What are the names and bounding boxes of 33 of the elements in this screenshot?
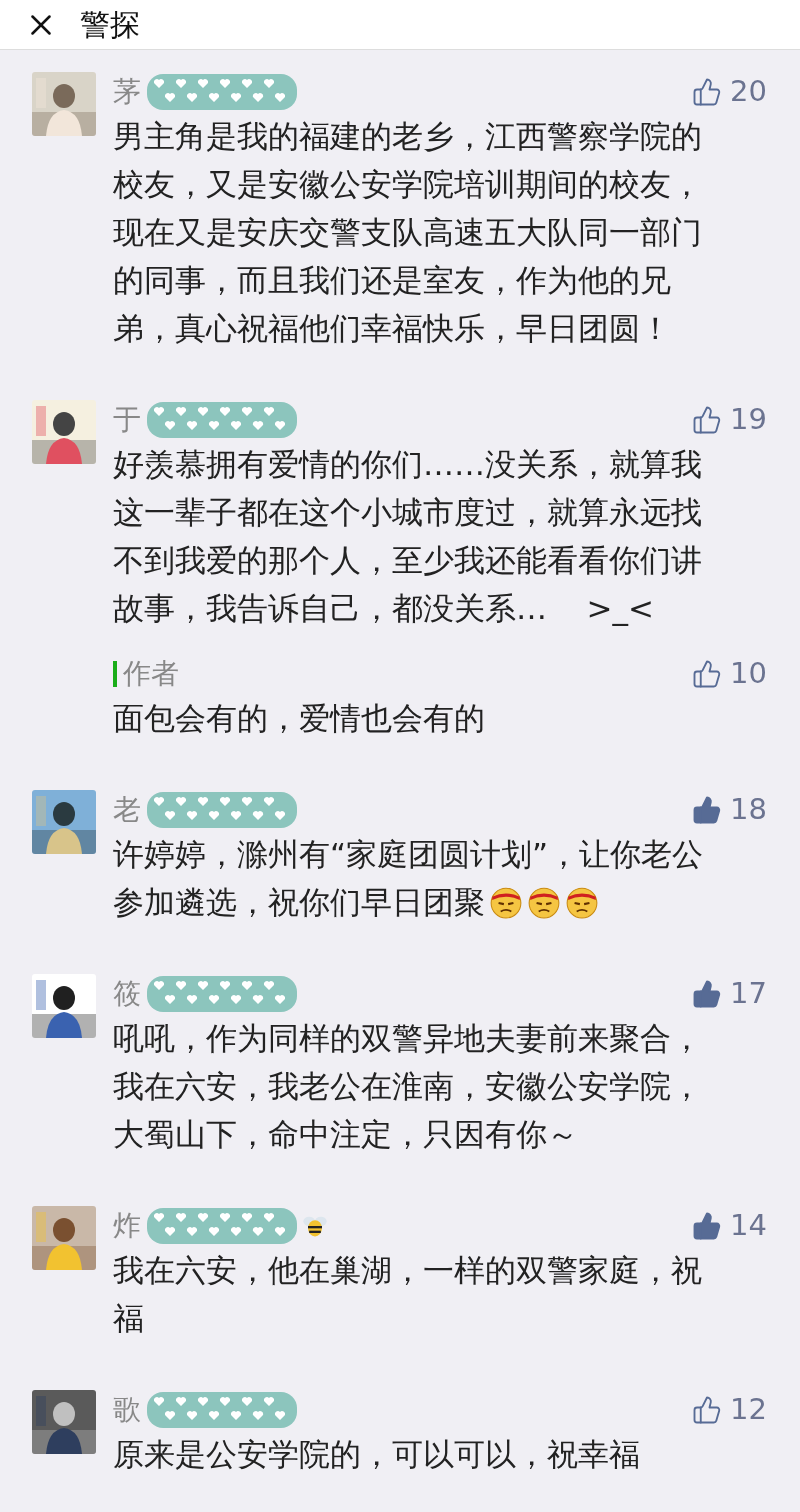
headband-face-icon [527,885,561,919]
window-title: 警探 [80,6,140,44]
like-count: 10 [730,655,768,693]
commenter-name: 于 [113,402,141,438]
thumbs-up-icon[interactable] [692,1211,722,1241]
thumbs-up-icon[interactable] [692,795,722,825]
author-label: 作者 [123,656,179,692]
comment-text: 男主角是我的福建的老乡，江西警察学院的校友，又是安徽公安学院培训期间的校友，现在又是安庆交警支队高速五大队同一部门的同事，而且我们还是室友，作为他的兄弟，真心祝福他们幸福快乐，早日团圆！ [113,117,703,348]
thumbs-up-icon[interactable] [692,1395,722,1425]
commenter-name: 歌 [113,1392,141,1428]
like-count: 19 [730,401,768,439]
comment-text: 吼吼，作为同样的双警异地夫妻前来聚合，我在六安，我老公在淮南，安徽公安学院，大蜀山下，命中注定，只因有你～ [113,1019,703,1154]
author-marker [113,661,117,687]
comment-text: 好羡慕拥有爱情的你们……没关系，就算我这一辈子都在这个小城市度过，就算永远找不到我爱的那个人，至少我还能看看你们讲故事，我告诉自己，都没关系… >_< [113,445,703,628]
comment-text: 许婷婷，滁州有“家庭团圆计划”，让你老公参加遴选，祝你们早日团聚 [113,835,705,922]
like-count: 14 [730,1207,768,1245]
comment-text: 原来是公安学院的，可以可以，祝幸福 [113,1435,641,1474]
headband-face-icon [489,885,523,919]
thumbs-up-icon[interactable] [692,405,722,435]
thumbs-up-icon[interactable] [692,77,722,107]
reply-text: 面包会有的，爱情也会有的 [113,699,486,738]
commenter-name: 炸 [113,1208,141,1244]
like-count: 20 [730,73,768,111]
thumbs-up-icon[interactable] [692,979,722,1009]
like-count: 17 [730,975,768,1013]
like-count: 18 [730,791,768,829]
commenter-name: 老 [113,792,141,828]
commenter-name: 茅 [113,74,141,110]
thumbs-up-icon[interactable] [692,659,722,689]
like-count: 12 [730,1391,768,1429]
commenter-name: 筱 [113,976,141,1012]
comment-text: 我在六安，他在巢湖，一样的双警家庭，祝福 [113,1251,703,1338]
headband-face-icon [565,885,599,919]
